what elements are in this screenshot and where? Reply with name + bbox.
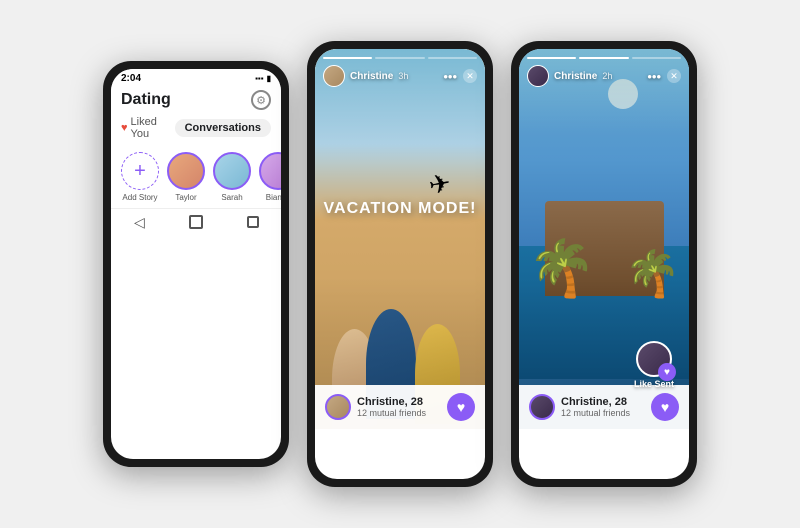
bottom-info-3: Christine, 28 12 mutual friends [561,396,630,418]
progress-bars-2 [323,57,477,59]
progress-2 [375,57,424,59]
palm-left: 🌴 [528,241,596,296]
progress-3 [428,57,477,59]
battery-icon: ▮ [267,74,271,83]
story-time-2: 3h [398,71,408,81]
phone-1: 2:04 ▪▪▪ ▮ Dating ⚙ ♥ Liked You Conversa… [103,61,289,467]
story-user-left-3: Christine 2h [527,65,612,87]
dating-header: Dating ⚙ [111,86,281,116]
progress-1 [323,57,372,59]
dating-title: Dating [121,91,171,109]
story-bottom-2: Christine, 28 12 mutual friends ♥ [315,385,485,429]
story-username-2: Christine [350,71,393,82]
story-actions-2: ••• ✕ [443,69,477,84]
progress-bars-3 [527,57,681,59]
time-1: 2:04 [121,73,141,84]
heart-icon: ♥ [121,122,128,134]
story-taylor[interactable]: Taylor [167,152,205,202]
bottom-user-3: Christine, 28 12 mutual friends [529,394,630,420]
beach-photo [315,49,485,429]
bottom-mutual-3: 12 mutual friends [561,408,630,418]
taylor-label: Taylor [175,193,196,202]
story-username-3: Christine [554,71,597,82]
story-avatar-sm-2 [323,65,345,87]
story-user-row-2: Christine 3h ••• ✕ [323,65,477,87]
vacation-text: VACATION MODE! [324,200,477,218]
phone-nav-1: ◁ [111,208,281,234]
story-screen-2: Christine 3h ••• ✕ VACATION MODE! ✈ Chr [315,49,485,479]
back-button[interactable]: ◁ [131,214,147,230]
more-icon-3[interactable]: ••• [647,69,661,84]
tab-conversations[interactable]: Conversations [175,119,271,137]
stories-row: + Add Story Taylor Sarah Bianca [111,146,281,208]
like-button-3[interactable]: ♥ [651,393,679,421]
story-user-left-2: Christine 3h [323,65,408,87]
story-screen-3: 🌴 🌴 Christine 2h [519,49,689,479]
bottom-user-2: Christine, 28 12 mutual friends [325,394,426,420]
close-button-3[interactable]: ✕ [667,69,681,83]
bottom-info-2: Christine, 28 12 mutual friends [357,396,426,418]
phone-3: 🌴 🌴 Christine 2h [511,41,697,487]
like-sent-avatar-container: ♥ [636,341,672,377]
palm-right: 🌴 [624,251,680,296]
story-actions-3: ••• ✕ [647,69,681,84]
bianca-avatar [259,152,281,190]
phone-2: Christine 3h ••• ✕ VACATION MODE! ✈ Chr [307,41,493,487]
sarah-avatar [213,152,251,190]
like-sent-heart-icon: ♥ [658,363,676,381]
like-sent-badge: ♥ Like Sent [634,341,674,389]
signal-icon: ▪▪▪ [255,74,264,83]
tab-liked-you[interactable]: ♥ Liked You [121,116,167,140]
status-icons-1: ▪▪▪ ▮ [255,74,271,83]
photo-overlay-2 [315,49,485,429]
story-sarah[interactable]: Sarah [213,152,251,202]
like-button-2[interactable]: ♥ [447,393,475,421]
bianca-label: Bianca [266,193,281,202]
status-bar-1: 2:04 ▪▪▪ ▮ [111,69,281,86]
bottom-avatar-3 [529,394,555,420]
liked-you-label: Liked You [131,116,167,140]
story-header-2: Christine 3h ••• ✕ [315,49,485,91]
taylor-avatar [167,152,205,190]
story-time-3: 2h [602,71,612,81]
prog-1 [527,57,576,59]
bottom-mutual-2: 12 mutual friends [357,408,426,418]
gear-icon[interactable]: ⚙ [251,90,271,110]
add-story-label: Add Story [122,193,157,202]
add-story-button[interactable]: + [121,152,159,190]
story-bianca[interactable]: Bianca [259,152,281,202]
bottom-avatar-2 [325,394,351,420]
story-header-3: Christine 2h ••• ✕ [519,49,689,91]
prog-3 [632,57,681,59]
bottom-name-2: Christine, 28 [357,396,426,408]
recents-button[interactable] [245,214,261,230]
more-icon-2[interactable]: ••• [443,69,457,84]
story-add[interactable]: + Add Story [121,152,159,202]
close-button-2[interactable]: ✕ [463,69,477,83]
prog-2 [579,57,628,59]
tabs-row: ♥ Liked You Conversations [111,116,281,146]
story-user-row-3: Christine 2h ••• ✕ [527,65,681,87]
bottom-name-3: Christine, 28 [561,396,630,408]
sarah-label: Sarah [221,193,242,202]
story-bottom-3: Christine, 28 12 mutual friends ♥ [519,385,689,429]
story-avatar-sm-3 [527,65,549,87]
home-button[interactable] [188,214,204,230]
